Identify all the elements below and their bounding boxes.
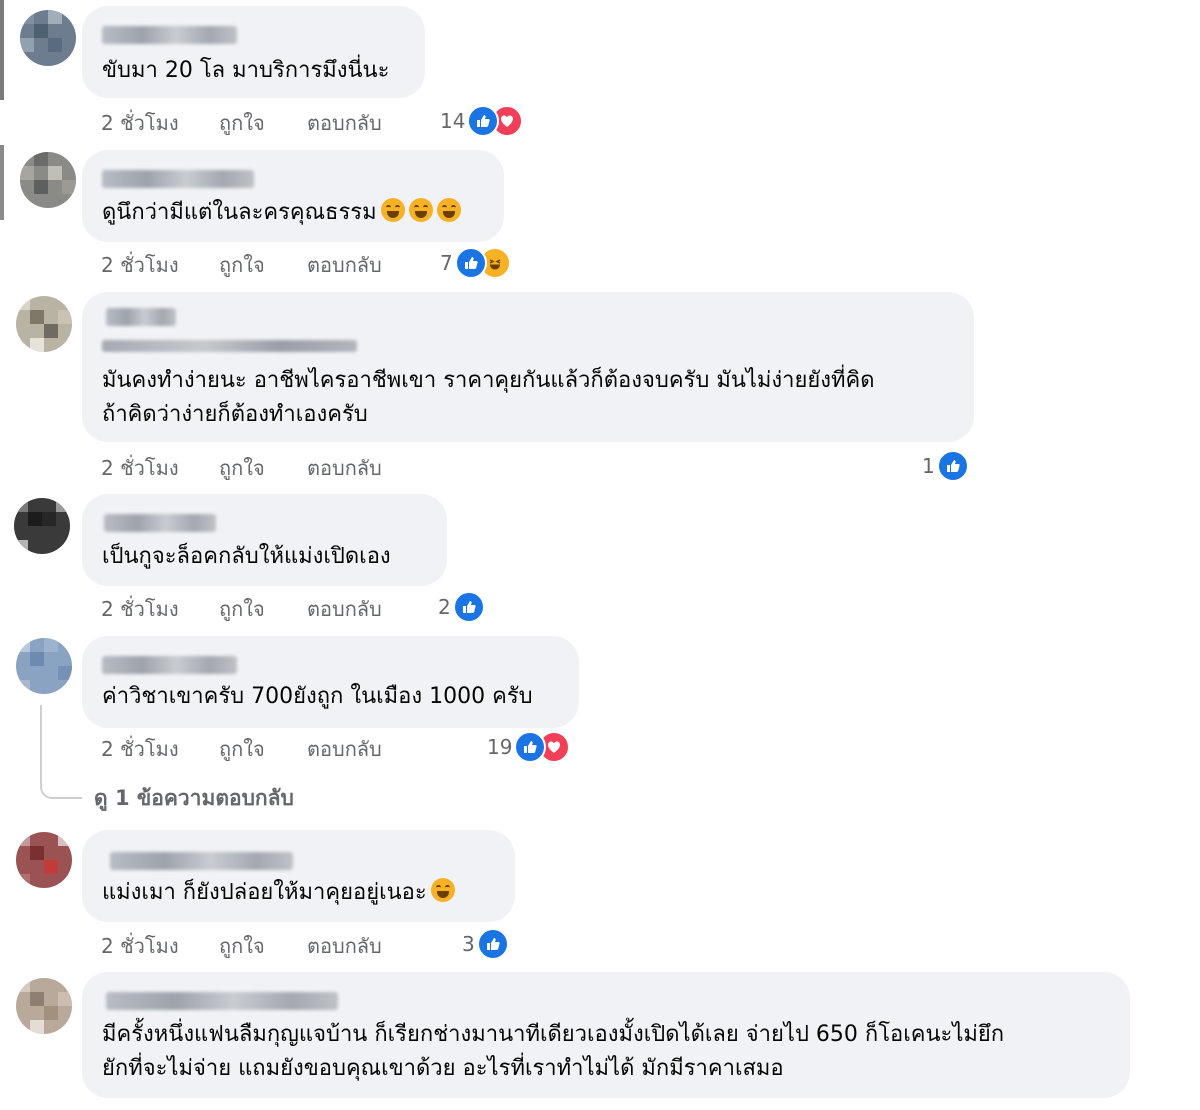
avatar[interactable] (14, 498, 70, 554)
reaction-summary[interactable]: 7 (440, 247, 511, 279)
comment-actions: 2 ชั่วโมง ถูกใจ ตอบกลับ (101, 593, 382, 625)
avatar[interactable] (16, 978, 72, 1034)
scroll-edge-line (0, 145, 4, 220)
comment-text: มีครั้งหนึ่งแฟนลืมกุญแจบ้าน ก็เรียกช่างม… (102, 1022, 1005, 1047)
comment-time[interactable]: 2 ชั่วโมง (101, 107, 219, 139)
commenter-name-blurred[interactable] (104, 514, 216, 532)
avatar[interactable] (20, 152, 76, 208)
reply-button[interactable]: ตอบกลับ (307, 930, 382, 962)
reaction-count: 19 (487, 735, 513, 759)
comment-text: ถ้าคิดว่าง่ายก็ต้องทำเองครับ (102, 402, 368, 427)
reaction-summary[interactable]: 3 (462, 928, 509, 960)
comment-time[interactable]: 2 ชั่วโมง (101, 930, 219, 962)
reply-button[interactable]: ตอบกลับ (307, 452, 382, 484)
reaction-count: 7 (440, 251, 453, 275)
commenter-name-blurred[interactable] (106, 308, 176, 326)
comment-time[interactable]: 2 ชั่วโมง (101, 733, 219, 765)
like-button[interactable]: ถูกใจ (219, 593, 307, 625)
comment-feed: ขับมา 20 โล มาบริการมึงนี่นะ 2 ชั่วโมง ถู… (0, 0, 1200, 1110)
comment-actions: 2 ชั่วโมง ถูกใจ ตอบกลับ (101, 249, 382, 281)
comment-bubble: มันคงทำง่ายนะ อาชีพไครอาชีพเขา ราคาคุยกั… (82, 292, 974, 442)
like-button[interactable]: ถูกใจ (219, 107, 307, 139)
comment-bubble: มีครั้งหนึ่งแฟนลืมกุญแจบ้าน ก็เรียกช่างม… (82, 972, 1130, 1098)
comment-time[interactable]: 2 ชั่วโมง (101, 249, 219, 281)
like-icon (452, 591, 485, 623)
reply-thread-line (40, 705, 82, 799)
like-button[interactable]: ถูกใจ (219, 930, 307, 962)
commenter-name-blurred[interactable] (102, 26, 237, 44)
like-button[interactable]: ถูกใจ (219, 249, 307, 281)
commenter-name-blurred[interactable] (102, 656, 237, 674)
reply-button[interactable]: ตอบกลับ (307, 107, 382, 139)
commenter-name-blurred[interactable] (110, 852, 293, 870)
comment-actions: 2 ชั่วโมง ถูกใจ ตอบกลับ (101, 452, 382, 484)
comment-actions: 2 ชั่วโมง ถูกใจ ตอบกลับ (101, 733, 382, 765)
comment-actions: 2 ชั่วโมง ถูกใจ ตอบกลับ (101, 107, 382, 139)
comment-actions: 2 ชั่วโมง ถูกใจ ตอบกลับ (101, 930, 382, 962)
reaction-count: 14 (440, 109, 466, 133)
reaction-summary[interactable]: 1 (922, 450, 969, 482)
reply-button[interactable]: ตอบกลับ (307, 733, 382, 765)
reaction-summary[interactable]: 2 (438, 591, 485, 623)
comment-bubble: ดูนึกว่ามีแต่ในละครคุณธรรม (82, 150, 504, 242)
commenter-name-blurred[interactable] (106, 992, 338, 1010)
comment-time[interactable]: 2 ชั่วโมง (101, 593, 219, 625)
reply-button[interactable]: ตอบกลับ (307, 593, 382, 625)
reaction-count: 1 (922, 454, 935, 478)
comment-bubble: เป็นกูจะล็อคกลับให้แม่งเปิดเอง (82, 494, 447, 586)
comment-bubble: แม่งเมา ก็ยังปล่อยให้มาคุยอยู่เนอะ (82, 830, 515, 922)
comment-bubble: ค่าวิชาเขาครับ 700ยังถูก ในเมือง 1000 คร… (82, 636, 579, 728)
comment-text: ดูนึกว่ามีแต่ในละครคุณธรรม (102, 196, 461, 230)
like-icon (936, 450, 969, 482)
comment-text: มันคงทำง่ายนะ อาชีพไครอาชีพเขา ราคาคุยกั… (102, 368, 875, 393)
commenter-name-blurred[interactable] (102, 170, 254, 188)
comment-text: แม่งเมา ก็ยังปล่อยให้มาคุยอยู่เนอะ (102, 876, 455, 910)
comment-bubble: ขับมา 20 โล มาบริการมึงนี่นะ (82, 6, 425, 98)
scroll-edge-line (0, 0, 4, 100)
avatar[interactable] (16, 638, 72, 694)
reaction-summary[interactable]: 19 (487, 731, 571, 763)
comment-text: ขับมา 20 โล มาบริการมึงนี่นะ (102, 58, 390, 83)
comment-text: เป็นกูจะล็อคกลับให้แม่งเปิดเอง (102, 544, 391, 569)
commenter-badge-blurred (102, 340, 357, 352)
like-icon (454, 247, 487, 279)
comment-time[interactable]: 2 ชั่วโมง (101, 452, 219, 484)
comment-text: ยักที่จะไม่จ่าย แถมยังขอบคุณเขาด้วย อะไร… (102, 1056, 784, 1081)
reaction-summary[interactable]: 14 (440, 105, 524, 137)
avatar[interactable] (16, 296, 72, 352)
rofl-emoji (380, 198, 405, 222)
reply-button[interactable]: ตอบกลับ (307, 249, 382, 281)
reaction-count: 3 (462, 932, 475, 956)
avatar[interactable] (20, 10, 76, 66)
like-icon (476, 928, 509, 960)
rofl-emoji (436, 198, 461, 222)
view-replies-link[interactable]: ดู 1 ข้อความตอบกลับ (94, 782, 294, 815)
like-button[interactable]: ถูกใจ (219, 452, 307, 484)
avatar[interactable] (16, 832, 72, 888)
comment-text: ค่าวิชาเขาครับ 700ยังถูก ในเมือง 1000 คร… (102, 684, 533, 709)
reaction-count: 2 (438, 595, 451, 619)
rofl-emoji (408, 198, 433, 222)
like-button[interactable]: ถูกใจ (219, 733, 307, 765)
laugh-emoji (430, 878, 455, 902)
